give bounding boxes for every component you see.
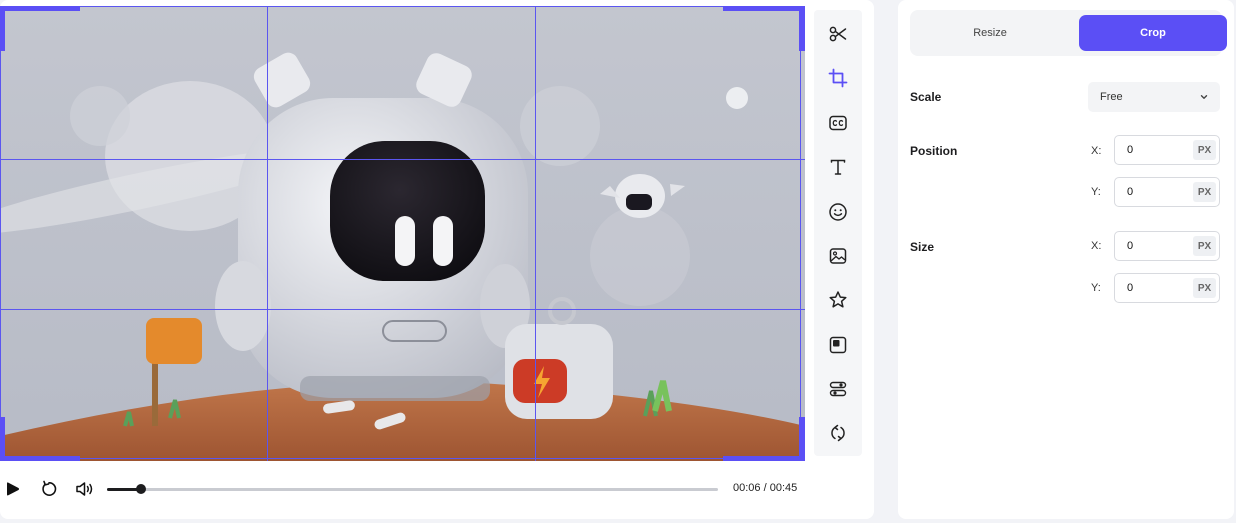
size-y-label: Y: bbox=[1091, 282, 1101, 294]
crop-handle-bottom-right-vertical[interactable] bbox=[799, 417, 805, 461]
tool-strip bbox=[814, 10, 862, 456]
time-separator: / bbox=[763, 482, 767, 494]
tool-crop-button[interactable] bbox=[826, 66, 850, 90]
tool-text-button[interactable] bbox=[826, 155, 850, 179]
text-icon bbox=[830, 159, 846, 175]
scale-value: Free bbox=[1100, 91, 1123, 103]
loop-icon bbox=[831, 424, 845, 442]
size-x-input[interactable] bbox=[1115, 232, 1195, 260]
crop-handle-bottom-left-vertical[interactable] bbox=[0, 417, 5, 461]
emoji-icon bbox=[829, 203, 847, 221]
position-y-input[interactable] bbox=[1115, 178, 1195, 206]
position-y-field: PX bbox=[1114, 177, 1220, 207]
position-x-label: X: bbox=[1091, 145, 1102, 157]
timecode: 00:06 / 00:45 bbox=[733, 482, 797, 494]
volume-icon bbox=[76, 482, 93, 496]
video-canvas[interactable] bbox=[0, 6, 805, 461]
crop-handle-top-right-vertical[interactable] bbox=[799, 6, 805, 51]
crop-handle-top-left-vertical[interactable] bbox=[0, 6, 5, 51]
chevron-down-icon bbox=[1200, 95, 1208, 99]
scissors-icon bbox=[829, 26, 847, 42]
playback-bar: 00:06 / 00:45 bbox=[0, 472, 805, 506]
crop-grid bbox=[0, 6, 805, 461]
tool-captions-button[interactable] bbox=[826, 111, 850, 135]
size-y-input[interactable] bbox=[1115, 274, 1195, 302]
captions-icon bbox=[829, 115, 847, 131]
timeline-scrubber[interactable] bbox=[107, 484, 718, 494]
replay-icon bbox=[42, 480, 57, 496]
size-label: Size bbox=[910, 240, 935, 254]
tool-adjust-button[interactable] bbox=[826, 377, 850, 401]
position-x-input[interactable] bbox=[1115, 136, 1195, 164]
tool-overlay-button[interactable] bbox=[826, 333, 850, 357]
editor-panel: 00:06 / 00:45 bbox=[0, 0, 874, 519]
size-y-unit: PX bbox=[1193, 278, 1216, 298]
position-y-label: Y: bbox=[1091, 186, 1101, 198]
crop-handle-bottom-left[interactable] bbox=[0, 456, 80, 461]
crop-handle-top-left[interactable] bbox=[0, 6, 80, 11]
position-x-unit: PX bbox=[1193, 140, 1216, 160]
tab-crop[interactable]: Crop bbox=[1079, 15, 1227, 51]
current-time: 00:06 bbox=[733, 482, 761, 494]
replay-button[interactable] bbox=[38, 478, 60, 500]
tool-loop-button[interactable] bbox=[826, 421, 850, 445]
position-label: Position bbox=[910, 144, 958, 158]
adjust-icon bbox=[829, 381, 847, 397]
play-button[interactable] bbox=[2, 478, 24, 500]
timeline-knob[interactable] bbox=[135, 484, 146, 494]
star-icon bbox=[829, 291, 847, 308]
crop-handle-top-right[interactable] bbox=[723, 6, 805, 11]
crop-icon bbox=[828, 68, 848, 88]
size-x-field: PX bbox=[1114, 231, 1220, 261]
tab-resize[interactable]: Resize bbox=[916, 15, 1064, 51]
size-x-label: X: bbox=[1091, 240, 1102, 252]
tool-cut-button[interactable] bbox=[826, 22, 850, 46]
image-icon bbox=[829, 248, 847, 264]
size-x-unit: PX bbox=[1193, 236, 1216, 256]
size-y-field: PX bbox=[1114, 273, 1220, 303]
play-icon bbox=[7, 482, 20, 496]
tool-image-button[interactable] bbox=[826, 244, 850, 268]
overlay-icon bbox=[829, 336, 847, 354]
position-x-field: PX bbox=[1114, 135, 1220, 165]
tool-sticker-button[interactable] bbox=[826, 288, 850, 312]
mode-switch: Resize Crop bbox=[910, 10, 1227, 56]
crop-handle-bottom-right[interactable] bbox=[723, 456, 805, 461]
volume-button[interactable] bbox=[74, 478, 96, 500]
scale-select[interactable]: Free bbox=[1088, 82, 1220, 112]
tool-emoji-button[interactable] bbox=[826, 200, 850, 224]
position-y-unit: PX bbox=[1193, 182, 1216, 202]
scale-label: Scale bbox=[910, 90, 942, 104]
duration: 00:45 bbox=[769, 482, 798, 494]
crop-settings-panel: Resize Crop Scale Free Position X: PX Y:… bbox=[898, 0, 1234, 519]
